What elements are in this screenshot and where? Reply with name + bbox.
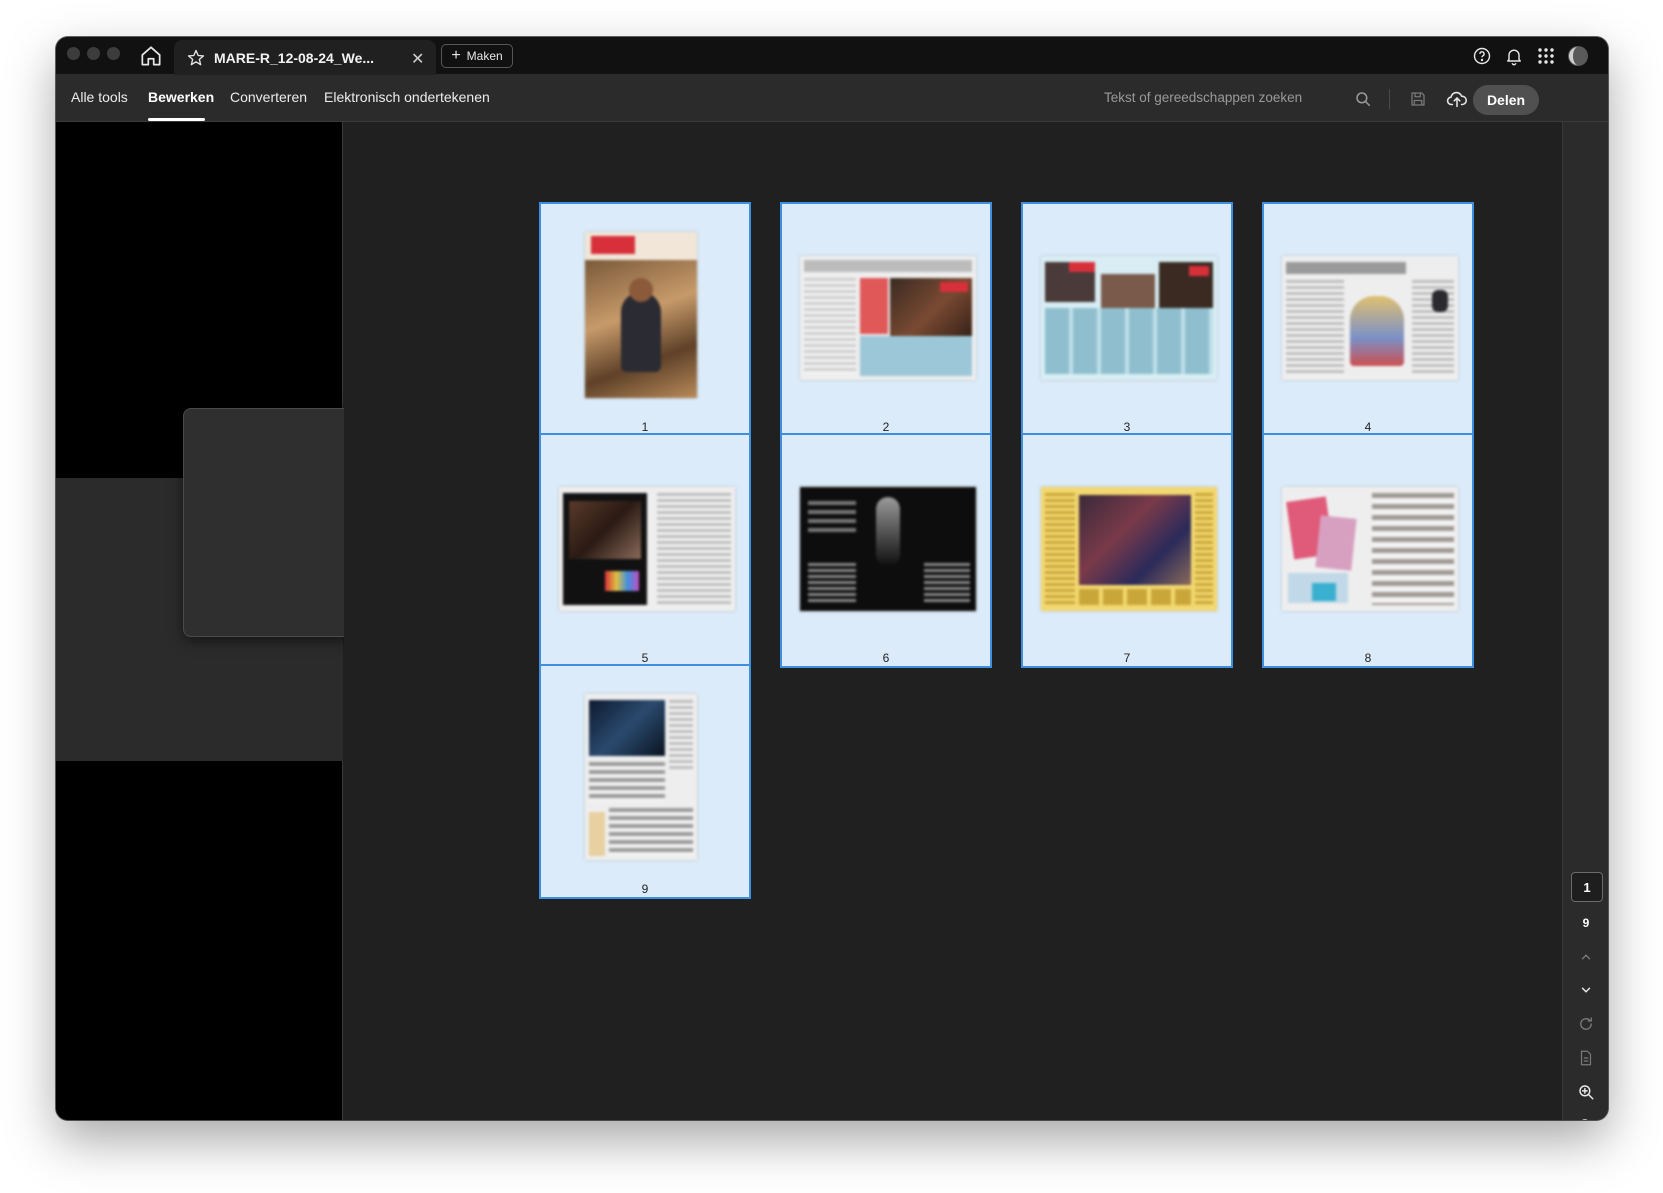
toolbar-divider [1389,89,1390,109]
home-icon[interactable] [138,43,164,69]
close-window-button[interactable] [67,47,80,60]
create-button-label: Maken [466,49,503,63]
page-thumbnail[interactable]: 5 [539,433,751,668]
create-button[interactable]: + Maken [441,44,513,68]
tab-title: MARE-R_12-08-24_We... [214,50,375,66]
page-thumbnail[interactable]: 7 [1021,433,1233,668]
menu-e-sign[interactable]: Elektronisch ondertekenen [324,89,490,105]
page-number: 2 [882,420,890,434]
page-preview-spread [559,487,735,611]
search-input[interactable]: Tekst of gereedschappen zoeken [1104,90,1302,105]
page-number: 8 [1364,651,1372,665]
page-preview-spread [800,487,976,611]
page-number: 9 [641,882,649,896]
document-tab[interactable]: MARE-R_12-08-24_We... ✕ [174,40,436,75]
page-preview-spread [1041,487,1217,611]
page-thumbnail[interactable]: 6 [780,433,992,668]
page-number: 1 [641,420,649,434]
page-number: 6 [882,651,890,665]
active-tab-indicator [148,118,205,121]
page-thumbnail[interactable]: 1 [539,202,751,437]
zoom-window-button[interactable] [107,47,120,60]
menu-edit[interactable]: Bewerken [148,89,214,105]
page-number: 5 [641,651,649,665]
save-icon[interactable] [1405,86,1431,112]
star-icon[interactable] [186,48,206,68]
zoom-in-icon[interactable] [1574,1080,1598,1104]
main-toolbar: Alle tools Bewerken Converteren Elektron… [56,75,1608,122]
page-preview-spread [1282,487,1458,611]
page-number: 3 [1123,420,1131,434]
rotate-icon[interactable] [1574,1012,1598,1036]
menu-convert[interactable]: Converteren [230,89,307,105]
page-preview-single [585,694,697,860]
page-preview-spread [1041,256,1217,380]
page-thumbnail[interactable]: 9 [539,664,751,899]
page-icon[interactable] [1574,1046,1598,1070]
page-thumbnail[interactable]: 3 [1021,202,1233,437]
page-thumbnail[interactable]: 8 [1262,433,1474,668]
zoom-out-icon[interactable] [1574,1114,1598,1120]
page-organizer: 1 2 3 4 5 6 7 8 9 [344,122,1562,1120]
close-tab-icon[interactable]: ✕ [411,49,424,69]
current-page-input[interactable]: 1 [1571,872,1603,902]
page-thumbnail[interactable]: 2 [780,202,992,437]
chevron-down-icon[interactable] [1574,978,1598,1002]
app-window: MARE-R_12-08-24_We... ✕ + Maken Alle too… [56,37,1608,1120]
bell-icon[interactable] [1502,44,1526,68]
cloud-upload-icon[interactable] [1444,86,1470,112]
help-icon[interactable] [1470,44,1494,68]
total-pages: 9 [1582,916,1590,930]
minimize-window-button[interactable] [87,47,100,60]
page-preview-spread [1282,256,1458,380]
page-thumbnail[interactable]: 4 [1262,202,1474,437]
avatar[interactable] [1566,44,1590,68]
share-button[interactable]: Delen [1473,85,1539,115]
page-number: 4 [1364,420,1372,434]
page-navigation-rail: 1 9 [1562,122,1608,1120]
chevron-up-icon[interactable] [1574,945,1598,969]
menu-all-tools[interactable]: Alle tools [71,89,128,105]
page-number: 7 [1123,651,1131,665]
search-icon[interactable] [1350,86,1376,112]
apps-grid-icon[interactable] [1534,44,1558,68]
plus-icon: + [451,47,461,64]
page-preview-spread [800,256,976,380]
title-bar: MARE-R_12-08-24_We... ✕ + Maken [56,37,1608,75]
page-preview-cover [585,232,697,398]
